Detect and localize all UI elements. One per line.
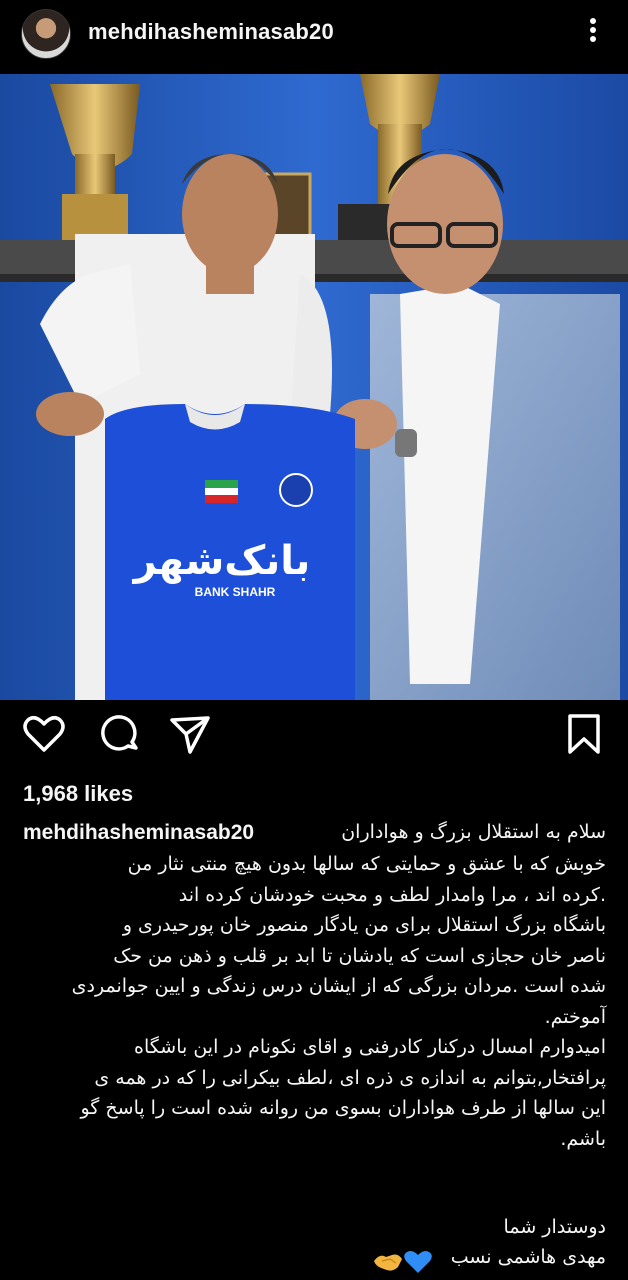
post-actions	[0, 712, 628, 764]
bookmark-icon[interactable]	[562, 712, 610, 760]
comment-icon[interactable]	[98, 712, 146, 760]
share-icon[interactable]	[168, 712, 216, 760]
caption-username[interactable]: mehdihasheminasab20	[23, 821, 254, 845]
blue-heart-icon	[404, 1251, 432, 1273]
handshake-icon	[374, 1254, 402, 1271]
heart-icon[interactable]	[22, 712, 70, 760]
likes-count[interactable]: 1,968 likes	[23, 781, 133, 807]
post-photo[interactable]: بانک‌شهر BANK SHAHR	[0, 74, 628, 700]
caption-first-line: سلام به استقلال بزرگ و هواداران	[341, 821, 606, 843]
username[interactable]: mehdihasheminasab20	[88, 19, 334, 45]
photo-illustration: بانک‌شهر BANK SHAHR	[0, 74, 628, 700]
caption-emojis	[372, 1249, 432, 1275]
avatar[interactable]	[21, 9, 71, 59]
more-options-icon[interactable]	[584, 15, 602, 51]
jersey-sponsor-text: بانک‌شهر	[132, 538, 311, 584]
caption-body: خوبش که با عشق و حمایتی که سالها بدون هی…	[71, 853, 606, 1150]
jersey-sponsor-latin: BANK SHAHR	[195, 585, 276, 599]
caption-signoff: دوستدار شما مهدی هاشمی نسب	[450, 1216, 606, 1268]
post-header: mehdihasheminasab20	[0, 0, 628, 72]
